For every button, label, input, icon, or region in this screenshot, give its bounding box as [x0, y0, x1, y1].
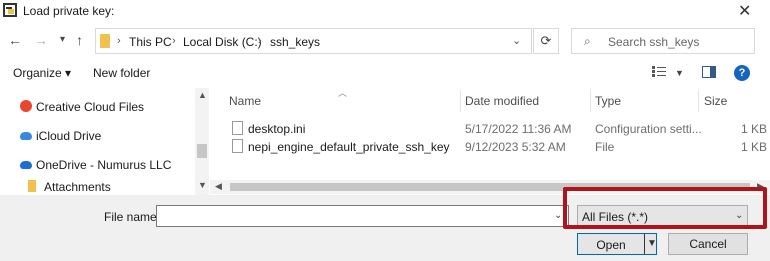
search-input[interactable]: ⌕ Search ssh_keys: [571, 28, 755, 54]
address-bar-row: ← → ▾ ↑ › This PC › Local Disk (C:) › ss…: [0, 26, 770, 56]
dialog-footer: File name: ⌄ All Files (*.*) ⌄ Open ▼ Ca…: [0, 187, 770, 261]
onedrive-icon: [20, 161, 32, 169]
forward-arrow-icon[interactable]: →: [34, 32, 48, 48]
column-divider[interactable]: [698, 90, 699, 112]
cancel-button[interactable]: Cancel: [668, 233, 748, 255]
file-date: 5/17/2022 11:36 AM: [465, 122, 572, 136]
chevron-down-icon[interactable]: ⌄: [735, 210, 743, 221]
column-divider[interactable]: [590, 90, 591, 112]
app-icon: [3, 3, 17, 17]
table-row[interactable]: nepi_engine_default_private_ssh_key 9/12…: [210, 137, 770, 157]
column-header-size[interactable]: Size: [704, 94, 727, 108]
file-name-label: File name:: [104, 210, 161, 224]
command-bar: Organize ▾ New folder ▼ ?: [0, 62, 770, 86]
split-divider: [644, 234, 645, 254]
settings-file-icon: [232, 121, 243, 135]
file-type-select[interactable]: All Files (*.*) ⌄: [577, 205, 748, 227]
chevron-right-icon[interactable]: ›: [258, 35, 262, 47]
preview-pane-icon[interactable]: [702, 66, 716, 78]
nav-item-label: Creative Cloud Files: [36, 100, 145, 114]
nav-pane-scrollbar[interactable]: ▲ ▼: [195, 88, 209, 195]
chevron-right-icon[interactable]: ›: [172, 35, 176, 47]
open-button[interactable]: Open ▼: [577, 233, 657, 255]
column-divider[interactable]: [460, 90, 461, 112]
column-header-name[interactable]: Name: [229, 94, 261, 108]
help-icon[interactable]: ?: [734, 65, 750, 81]
file-name-input[interactable]: ⌄: [156, 205, 569, 227]
chevron-right-icon[interactable]: ›: [117, 35, 121, 47]
close-icon[interactable]: ✕: [738, 1, 751, 21]
file-type: File: [595, 140, 615, 154]
scroll-left-icon[interactable]: ◀: [215, 181, 222, 192]
file-list-hscrollbar[interactable]: ◀ ▶: [210, 180, 770, 194]
file-icon: [232, 139, 243, 153]
organize-button[interactable]: Organize ▾: [13, 66, 71, 80]
address-dropdown-icon[interactable]: ⌄: [512, 34, 521, 47]
scrollbar-thumb[interactable]: [230, 183, 750, 191]
refresh-button[interactable]: ⟳: [533, 28, 559, 54]
search-icon: ⌕: [584, 34, 591, 48]
table-row[interactable]: desktop.ini 5/17/2022 11:36 AM Configura…: [210, 119, 770, 139]
new-folder-button[interactable]: New folder: [93, 66, 150, 80]
navigation-pane: Creative Cloud Files iCloud Drive OneDri…: [0, 88, 210, 195]
file-type: Configuration setti...: [595, 122, 702, 136]
scrollbar-thumb[interactable]: [197, 144, 207, 158]
breadcrumb-this-pc[interactable]: This PC: [129, 35, 172, 49]
title-bar: Load private key: ✕: [0, 0, 770, 24]
file-name: desktop.ini: [248, 122, 306, 136]
file-type-value: All Files (*.*): [582, 210, 649, 224]
file-size: 1 KB: [741, 122, 768, 136]
open-options-icon[interactable]: ▼: [647, 238, 657, 249]
file-list: ︿ Name Date modified Type Size desktop.i…: [210, 86, 770, 182]
nav-item-label: iCloud Drive: [36, 129, 102, 143]
cloud-icon: [20, 132, 32, 140]
folder-icon: [28, 180, 36, 192]
view-options-icon[interactable]: [652, 66, 666, 78]
breadcrumb-ssh-keys[interactable]: ssh_keys: [270, 35, 320, 49]
recent-locations-chevron-icon[interactable]: ▾: [60, 34, 65, 45]
column-header-date[interactable]: Date modified: [465, 94, 539, 108]
file-date: 9/12/2023 5:32 AM: [465, 140, 566, 154]
search-placeholder: Search ssh_keys: [608, 35, 700, 49]
open-label: Open: [596, 238, 626, 252]
column-header-type[interactable]: Type: [595, 94, 621, 108]
breadcrumb-local-disk[interactable]: Local Disk (C:): [183, 35, 262, 49]
file-name-dropdown-icon[interactable]: ⌄: [554, 210, 562, 221]
scroll-down-icon[interactable]: ▼: [198, 180, 207, 190]
scroll-right-icon[interactable]: ▶: [757, 181, 764, 192]
back-arrow-icon[interactable]: ←: [8, 32, 22, 48]
folder-icon: [100, 34, 110, 48]
up-arrow-icon[interactable]: ↑: [76, 32, 83, 48]
address-bar[interactable]: › This PC › Local Disk (C:) › ssh_keys ⌄: [95, 28, 532, 54]
sort-indicator-icon: ︿: [338, 88, 348, 98]
nav-item-label: Attachments: [44, 180, 111, 194]
file-name: nepi_engine_default_private_ssh_key: [248, 140, 450, 154]
file-size: 1 KB: [741, 140, 768, 154]
view-dropdown-icon[interactable]: ▼: [675, 68, 684, 78]
scroll-up-icon[interactable]: ▲: [198, 90, 207, 100]
window-title: Load private key:: [23, 4, 115, 18]
nav-item-label: OneDrive - Numurus LLC: [36, 158, 172, 172]
creative-cloud-icon: [20, 100, 32, 112]
